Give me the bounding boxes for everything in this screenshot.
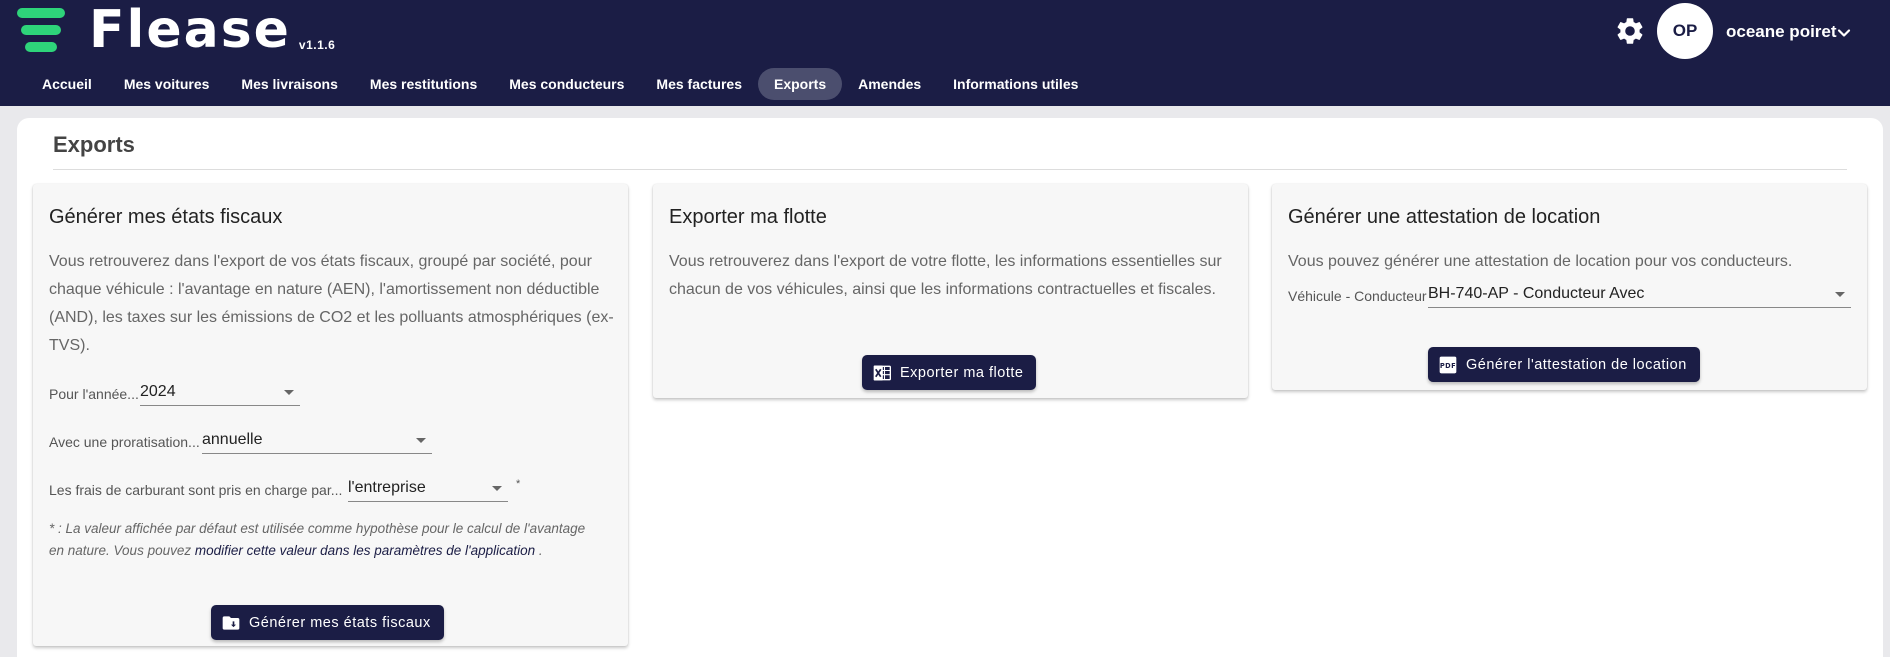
fleet-card-title: Exporter ma flotte	[669, 206, 827, 228]
fiscal-card-description: Vous retrouverez dans l'export de vos ét…	[49, 253, 614, 354]
export-fleet-button[interactable]: Exporter ma flotte	[862, 355, 1037, 390]
nav-item-accueil[interactable]: Accueil	[26, 68, 108, 100]
proration-select[interactable]: annuelle	[202, 428, 432, 454]
nav-item-mes-restitutions[interactable]: Mes restitutions	[354, 68, 493, 100]
page-title: Exports	[53, 132, 135, 157]
dropdown-arrow-icon	[1835, 292, 1845, 297]
generate-fiscal-button[interactable]: Générer mes états fiscaux	[211, 605, 444, 640]
logo-text: Flease	[89, 0, 291, 60]
generate-attestation-button[interactable]: PDF Générer l'attestation de location	[1428, 347, 1700, 382]
attestation-card-description: Vous pouvez générer une attestation de l…	[1288, 253, 1793, 270]
chevron-down-icon[interactable]	[1836, 25, 1852, 41]
fiscal-note: * : La valeur affichée par défaut est ut…	[49, 518, 589, 562]
nav-item-mes-voitures[interactable]: Mes voitures	[108, 68, 226, 100]
year-select[interactable]: 2024	[140, 380, 300, 406]
vehicle-driver-select[interactable]: BH-740-AP - Conducteur Avec	[1428, 282, 1851, 308]
fleet-card: Exporter ma flotte Vous retrouverez dans…	[653, 184, 1248, 398]
pdf-icon: PDF	[1439, 356, 1457, 373]
generate-fiscal-button-label: Générer mes états fiscaux	[249, 614, 431, 631]
fleet-card-description: Vous retrouverez dans l'export de votre …	[669, 253, 1222, 298]
nav-item-informations-utiles[interactable]: Informations utiles	[937, 68, 1094, 100]
avatar[interactable]: OP	[1657, 3, 1713, 59]
year-label: Pour l'année...	[49, 386, 139, 402]
main-nav: Accueil Mes voitures Mes livraisons Mes …	[26, 68, 1094, 100]
settings-link[interactable]: modifier cette valeur dans les paramètre…	[195, 543, 535, 558]
dropdown-arrow-icon	[284, 390, 294, 395]
top-bar: Flease v1.1.6 OP oceane poiret Accueil M…	[0, 0, 1890, 106]
title-divider	[53, 169, 1847, 170]
fiscal-note-suffix: .	[538, 543, 543, 558]
app-version: v1.1.6	[298, 38, 336, 52]
fiscal-card: Générer mes états fiscaux Vous retrouver…	[33, 184, 628, 646]
gear-icon[interactable]	[1614, 15, 1646, 47]
nav-item-amendes[interactable]: Amendes	[842, 68, 937, 100]
vehicle-driver-label: Véhicule - Conducteur	[1288, 288, 1427, 304]
folder-download-icon	[222, 615, 240, 630]
required-star: *	[516, 478, 521, 490]
attestation-card: Générer une attestation de location Vous…	[1272, 184, 1867, 390]
main-panel: Exports Générer mes états fiscaux Vous r…	[17, 118, 1883, 657]
attestation-card-title: Générer une attestation de location	[1288, 206, 1601, 228]
export-fleet-button-label: Exporter ma flotte	[900, 364, 1024, 381]
fuel-select[interactable]: l'entreprise	[348, 476, 508, 502]
year-select-value: 2024	[140, 383, 176, 400]
generate-attestation-button-label: Générer l'attestation de location	[1466, 356, 1687, 373]
fiscal-card-title: Générer mes états fiscaux	[49, 206, 283, 228]
app-logo[interactable]: Flease v1.1.6	[17, 0, 336, 60]
nav-item-mes-factures[interactable]: Mes factures	[640, 68, 758, 100]
nav-item-mes-livraisons[interactable]: Mes livraisons	[225, 68, 354, 100]
proration-select-value: annuelle	[202, 431, 263, 448]
excel-icon	[873, 365, 891, 380]
dropdown-arrow-icon	[492, 486, 502, 491]
nav-item-mes-conducteurs[interactable]: Mes conducteurs	[493, 68, 640, 100]
dropdown-arrow-icon	[416, 438, 426, 443]
proration-label: Avec une proratisation...	[49, 434, 200, 450]
fuel-select-value: l'entreprise	[348, 479, 426, 496]
vehicle-driver-select-value: BH-740-AP - Conducteur Avec	[1428, 285, 1645, 302]
nav-item-exports[interactable]: Exports	[758, 68, 843, 100]
logo-mark-icon	[17, 6, 67, 54]
fuel-label: Les frais de carburant sont pris en char…	[49, 482, 343, 498]
svg-text:PDF: PDF	[1440, 361, 1456, 369]
user-name[interactable]: oceane poiret	[1726, 22, 1837, 42]
